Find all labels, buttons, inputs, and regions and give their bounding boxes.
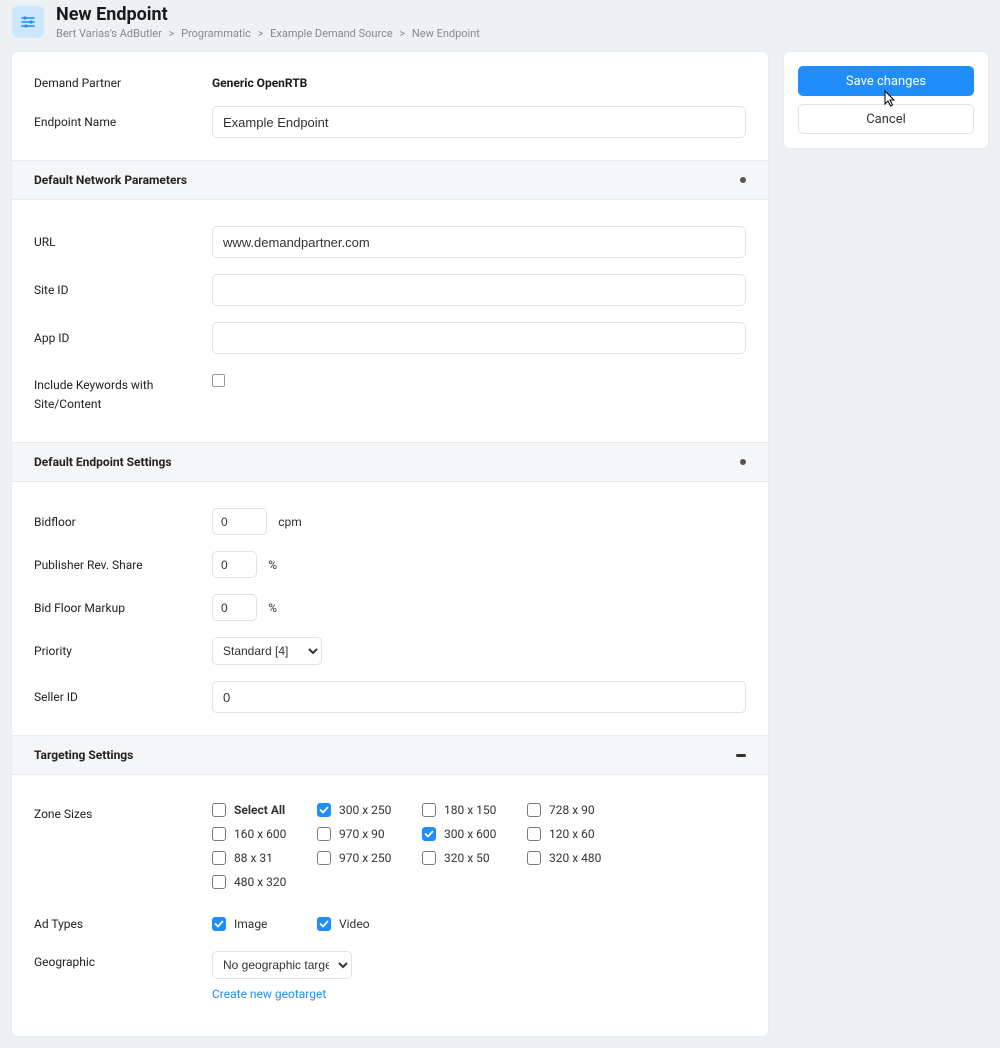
section-network-header[interactable]: Default Network Parameters <box>12 160 768 200</box>
pubrev-input[interactable] <box>212 551 257 578</box>
zone-size-option[interactable]: 970 x 250 <box>317 851 422 865</box>
zone-size-label: 480 x 320 <box>234 875 286 889</box>
create-geotarget-link[interactable]: Create new geotarget <box>212 987 326 1001</box>
zone-size-label: 300 x 600 <box>444 827 496 841</box>
breadcrumb: Bert Varias's AdButler > Programmatic > … <box>56 27 480 40</box>
section-endpoint-header[interactable]: Default Endpoint Settings <box>12 442 768 482</box>
zone-size-option[interactable]: 160 x 600 <box>212 827 317 841</box>
ad-types-label: Ad Types <box>34 917 212 931</box>
zone-size-option[interactable]: 970 x 90 <box>317 827 422 841</box>
checkbox-icon[interactable] <box>212 917 226 931</box>
breadcrumb-item: New Endpoint <box>412 27 480 40</box>
checkbox-icon[interactable] <box>527 851 541 865</box>
markup-suffix: % <box>268 601 277 615</box>
priority-label: Priority <box>34 644 212 658</box>
breadcrumb-item[interactable]: Programmatic <box>181 27 251 40</box>
cancel-button[interactable]: Cancel <box>798 104 974 134</box>
zone-size-label: 728 x 90 <box>549 803 595 817</box>
zone-size-option[interactable]: 88 x 31 <box>212 851 317 865</box>
site-id-input[interactable] <box>212 274 746 306</box>
priority-select[interactable]: Standard [4] <box>212 637 322 665</box>
zone-size-label: Select All <box>234 803 285 817</box>
ad-type-label: Image <box>234 917 267 931</box>
include-keywords-label: Include Keywords with Site/Content <box>34 372 212 414</box>
zone-size-label: 180 x 150 <box>444 803 496 817</box>
main-form: Demand Partner Generic OpenRTB Endpoint … <box>12 52 768 1036</box>
markup-input[interactable] <box>212 594 257 621</box>
include-keywords-checkbox[interactable] <box>212 374 225 387</box>
collapse-dot-icon <box>740 459 746 465</box>
checkbox-icon[interactable] <box>527 803 541 817</box>
checkbox-icon[interactable] <box>317 851 331 865</box>
zone-size-label: 970 x 90 <box>339 827 385 841</box>
zone-size-label: 970 x 250 <box>339 851 391 865</box>
zone-size-option[interactable]: 320 x 480 <box>527 851 632 865</box>
url-input[interactable] <box>212 226 746 258</box>
checkbox-icon[interactable] <box>212 803 226 817</box>
collapse-dot-icon <box>740 177 746 183</box>
bidfloor-input[interactable] <box>212 508 267 535</box>
breadcrumb-item[interactable]: Example Demand Source <box>270 27 393 40</box>
zone-sizes-label: Zone Sizes <box>34 803 212 821</box>
checkbox-icon[interactable] <box>317 803 331 817</box>
url-label: URL <box>34 235 212 249</box>
ad-types-group: Image Video <box>212 917 422 931</box>
zone-size-label: 300 x 250 <box>339 803 391 817</box>
bidfloor-label: Bidfloor <box>34 515 212 529</box>
ad-type-option[interactable]: Image <box>212 917 317 931</box>
seller-id-label: Seller ID <box>34 690 212 704</box>
zone-size-option[interactable]: 180 x 150 <box>422 803 527 817</box>
zone-size-option[interactable]: 728 x 90 <box>527 803 632 817</box>
collapse-minus-icon <box>736 754 746 757</box>
checkbox-icon[interactable] <box>422 851 436 865</box>
zone-size-label: 120 x 60 <box>549 827 595 841</box>
zone-size-option[interactable]: 480 x 320 <box>212 875 317 889</box>
checkbox-icon[interactable] <box>422 827 436 841</box>
zone-size-label: 320 x 50 <box>444 851 490 865</box>
endpoint-name-input[interactable] <box>212 106 746 138</box>
bidfloor-suffix: cpm <box>278 515 302 529</box>
save-button[interactable]: Save changes <box>798 66 974 96</box>
checkbox-icon[interactable] <box>212 875 226 889</box>
zone-size-option[interactable]: 300 x 600 <box>422 827 527 841</box>
zone-sizes-grid: Select All 300 x 250 180 x 150 728 x 90 160 … <box>212 803 737 889</box>
checkbox-icon[interactable] <box>212 827 226 841</box>
pubrev-label: Publisher Rev. Share <box>34 558 212 572</box>
ad-type-option[interactable]: Video <box>317 917 422 931</box>
endpoint-icon <box>12 6 44 38</box>
app-id-input[interactable] <box>212 322 746 354</box>
demand-partner-value: Generic OpenRTB <box>212 76 307 90</box>
geo-select[interactable]: No geographic target <box>212 951 352 979</box>
page-title: New Endpoint <box>56 4 480 25</box>
pubrev-suffix: % <box>268 558 277 572</box>
zone-size-label: 88 x 31 <box>234 851 273 865</box>
zone-size-option[interactable]: Select All <box>212 803 317 817</box>
zone-size-option[interactable]: 300 x 250 <box>317 803 422 817</box>
demand-partner-label: Demand Partner <box>34 76 212 90</box>
checkbox-icon[interactable] <box>422 803 436 817</box>
checkbox-icon[interactable] <box>212 851 226 865</box>
zone-size-label: 320 x 480 <box>549 851 601 865</box>
zone-size-option[interactable]: 320 x 50 <box>422 851 527 865</box>
geo-label: Geographic <box>34 951 212 969</box>
ad-type-label: Video <box>339 917 370 931</box>
action-panel: Save changes Cancel <box>784 52 988 148</box>
app-id-label: App ID <box>34 331 212 345</box>
checkbox-icon[interactable] <box>317 917 331 931</box>
markup-label: Bid Floor Markup <box>34 601 212 615</box>
zone-size-label: 160 x 600 <box>234 827 286 841</box>
section-targeting-header[interactable]: Targeting Settings <box>12 735 768 775</box>
seller-id-input[interactable] <box>212 681 746 713</box>
endpoint-name-label: Endpoint Name <box>34 115 212 129</box>
zone-size-option[interactable]: 120 x 60 <box>527 827 632 841</box>
site-id-label: Site ID <box>34 283 212 297</box>
checkbox-icon[interactable] <box>317 827 331 841</box>
checkbox-icon[interactable] <box>527 827 541 841</box>
breadcrumb-item[interactable]: Bert Varias's AdButler <box>56 27 162 40</box>
